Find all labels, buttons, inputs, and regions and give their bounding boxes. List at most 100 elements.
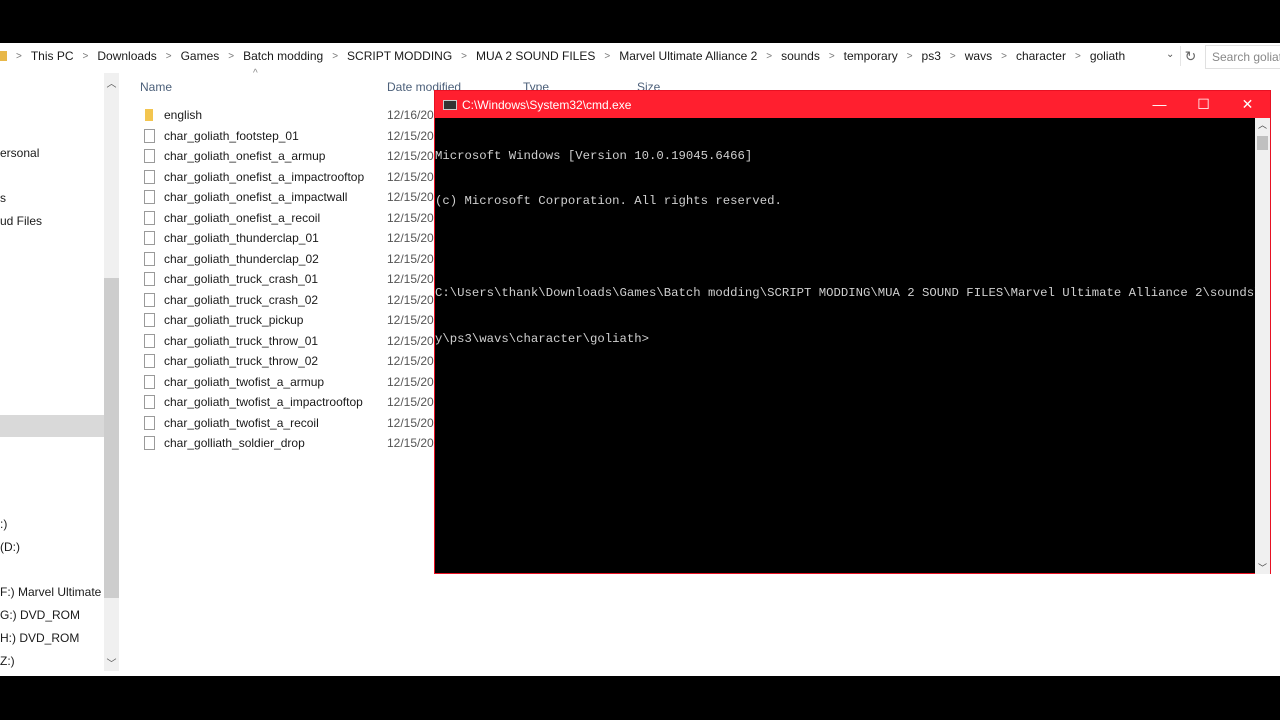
file-row[interactable]: char_goliath_footstep_01 (140, 126, 299, 146)
file-date: 12/15/20 (387, 292, 434, 307)
file-row[interactable]: char_goliath_twofist_a_impactrooftop (140, 392, 363, 412)
file-row[interactable]: char_goliath_twofist_a_recoil (140, 413, 319, 433)
file-row[interactable]: char_goliath_onefist_a_impactwall (140, 187, 347, 207)
minimize-button[interactable]: — (1137, 91, 1182, 118)
breadcrumb-item[interactable]: > Games (157, 49, 220, 63)
scroll-down-icon[interactable]: ﹀ (104, 655, 119, 670)
breadcrumb-item[interactable]: > sounds (757, 49, 820, 63)
breadcrumb-item[interactable]: > temporary (820, 49, 898, 63)
breadcrumb-item[interactable]: > SCRIPT MODDING (323, 49, 452, 63)
cmd-title: C:\Windows\System32\cmd.exe (462, 97, 632, 112)
file-name: char_goliath_footstep_01 (164, 128, 299, 143)
chevron-right-icon: > (228, 50, 235, 62)
breadcrumb-item[interactable]: > ps3 (898, 49, 941, 63)
file-name: char_goliath_twofist_a_impactrooftop (164, 395, 363, 409)
file-row[interactable]: char_goliath_truck_crash_02 (140, 290, 318, 310)
file-row[interactable]: char_goliath_truck_pickup (140, 310, 303, 330)
console-output[interactable]: Microsoft Windows [Version 10.0.19045.64… (435, 118, 1255, 574)
file-date: 12/15/20 (387, 374, 434, 389)
file-row[interactable]: char_goliath_thunderclap_01 (140, 228, 319, 248)
file-date: 12/15/20 (387, 251, 434, 266)
breadcrumb-label: This PC (30, 49, 74, 63)
breadcrumb-item[interactable]: > This PC (7, 49, 74, 63)
maximize-button[interactable]: ☐ (1181, 91, 1226, 118)
file-row[interactable]: char_goliath_twofist_a_armup (140, 372, 324, 392)
file-row[interactable]: char_golliath_soldier_drop (140, 433, 305, 453)
cmd-title-bar[interactable]: C:\Windows\System32\cmd.exe — ☐ ✕ (435, 91, 1270, 118)
file-name: english (164, 108, 203, 122)
nav-item[interactable]: :) (0, 517, 7, 531)
file-icon (144, 436, 155, 450)
file-row[interactable]: char_goliath_truck_crash_01 (140, 269, 318, 289)
file-date: 12/15/20 (387, 333, 434, 348)
breadcrumb-item[interactable]: > character (992, 49, 1066, 63)
file-row[interactable]: char_goliath_onefist_a_recoil (140, 208, 320, 228)
file-icon (144, 313, 155, 327)
breadcrumb-item[interactable]: > MUA 2 SOUND FILES (452, 49, 595, 63)
cmd-window[interactable]: C:\Windows\System32\cmd.exe — ☐ ✕ Micros… (434, 90, 1271, 574)
scroll-up-icon[interactable]: ︿ (104, 75, 119, 90)
file-name: char_goliath_onefist_a_armup (164, 149, 326, 163)
file-row[interactable]: char_goliath_truck_throw_02 (140, 351, 318, 371)
nav-item[interactable]: ersonal (0, 146, 39, 160)
chevron-right-icon: > (906, 50, 913, 62)
breadcrumb-item[interactable]: > Batch modding (219, 49, 323, 63)
file-name: char_golliath_soldier_drop (164, 436, 305, 450)
nav-item[interactable]: G:) DVD_ROM (0, 608, 80, 622)
nav-item[interactable]: F:) Marvel Ultimate A (0, 585, 112, 599)
breadcrumb-label: sounds (781, 49, 820, 63)
file-row[interactable]: char_goliath_onefist_a_armup (140, 146, 325, 166)
file-icon (144, 190, 155, 204)
file-name: char_goliath_truck_throw_02 (164, 354, 319, 368)
file-icon (144, 354, 155, 368)
breadcrumb-item[interactable]: > wavs (941, 49, 992, 63)
nav-item[interactable]: ud Files (0, 214, 42, 228)
close-button[interactable]: ✕ (1225, 91, 1270, 118)
file-name: char_goliath_thunderclap_02 (164, 251, 319, 266)
address-bar[interactable]: > This PC > Downloads > Games > Batch modding > S… (0, 45, 1180, 67)
search-input[interactable]: Search goliath (1205, 45, 1280, 69)
scroll-up-icon[interactable]: ︿ (1255, 118, 1270, 131)
nav-item[interactable]: (D:) (0, 540, 20, 554)
file-icon (144, 292, 155, 307)
refresh-button[interactable]: ↻ (1180, 46, 1200, 66)
file-name: char_goliath_truck_crash_02 (164, 292, 319, 307)
chevron-right-icon: > (16, 50, 22, 62)
file-icon (144, 415, 155, 430)
chevron-right-icon: > (828, 50, 835, 62)
scroll-down-icon[interactable]: ﹀ (1255, 561, 1270, 574)
breadcrumb-label: ps3 (921, 49, 941, 63)
console-scrollbar[interactable]: ︿ ﹀ (1255, 118, 1270, 574)
breadcrumb-label: temporary (843, 49, 898, 63)
nav-item[interactable]: s (0, 191, 6, 205)
nav-item[interactable]: H:) DVD_ROM (0, 631, 79, 645)
breadcrumb-label: Games (180, 49, 220, 63)
file-date: 12/15/20 (387, 169, 434, 184)
file-row[interactable]: char_goliath_onefist_a_impactrooftop (140, 167, 364, 187)
file-row[interactable]: char_goliath_truck_throw_01 (140, 331, 318, 351)
file-date: 12/15/20 (387, 190, 434, 204)
address-dropdown-icon[interactable]: ⌄ (1166, 49, 1174, 60)
folder-row[interactable]: english (140, 105, 202, 125)
file-row[interactable]: char_goliath_thunderclap_02 (140, 249, 319, 269)
navigation-pane: ersonal s ud Files:) (D:) F:) Marvel Ultimat… (0, 73, 112, 673)
file-date: 12/15/20 (387, 128, 434, 143)
file-icon (144, 272, 155, 286)
file-name: char_goliath_twofist_a_armup (164, 374, 325, 389)
file-icon (144, 128, 155, 143)
file-date: 12/15/20 (387, 210, 434, 225)
breadcrumb-item[interactable]: > goliath (1066, 49, 1125, 63)
breadcrumb-item[interactable]: > Marvel Ultimate Alliance 2 (595, 49, 757, 63)
nav-scrollbar[interactable]: ︿ ﹀ (104, 73, 119, 671)
column-header-name[interactable]: Name (140, 80, 172, 98)
scrollbar-thumb[interactable] (1257, 136, 1268, 150)
nav-item[interactable]: Z:) (0, 654, 15, 668)
breadcrumb-item[interactable]: > Downloads (74, 49, 157, 63)
console-line: C:\Users\thank\Downloads\Games\Batch mod… (435, 286, 1255, 301)
chevron-right-icon: > (461, 50, 467, 62)
folder-icon (0, 51, 7, 61)
file-name: char_goliath_onefist_a_impactwall (164, 190, 348, 204)
scrollbar-thumb[interactable] (104, 278, 119, 598)
file-icon (144, 231, 155, 245)
folder-icon (145, 109, 153, 121)
